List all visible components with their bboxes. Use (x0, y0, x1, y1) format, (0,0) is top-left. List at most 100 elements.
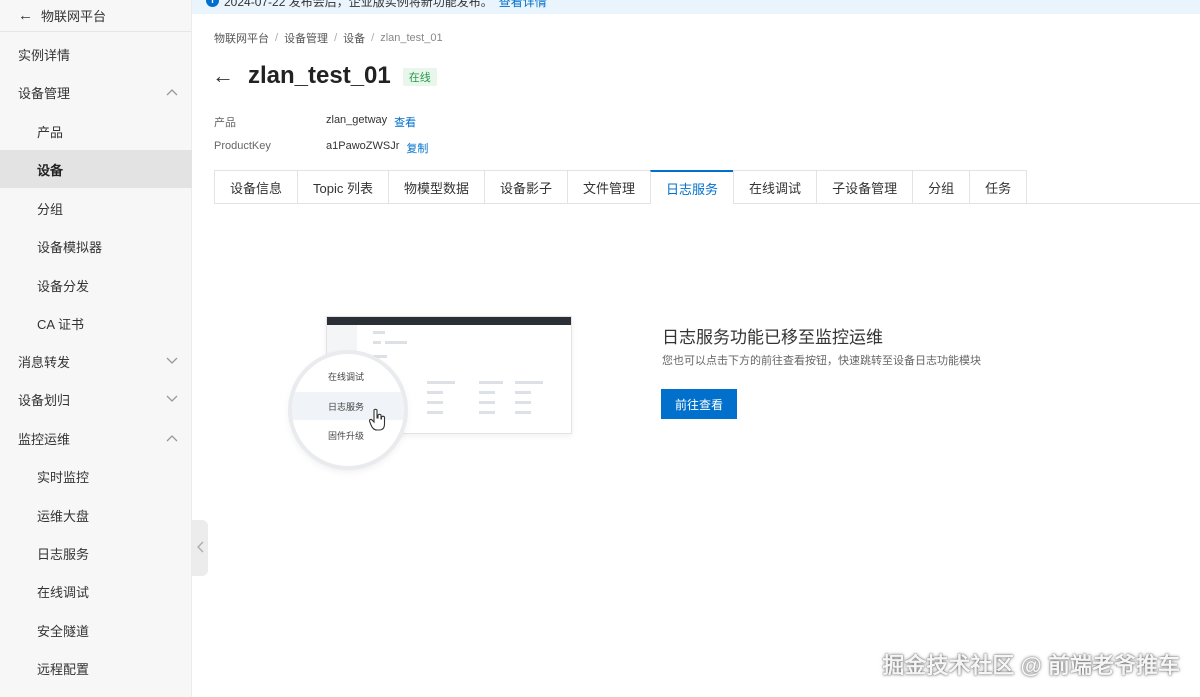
status-badge: 在线 (402, 68, 437, 86)
tab-thing-model-data[interactable]: 物模型数据 (387, 170, 484, 203)
sidebar-item-label: 运维大盘 (37, 508, 90, 524)
sidebar-item-label: 设备模拟器 (37, 239, 103, 255)
breadcrumb: 物联网平台 / 设备管理 / 设备 / zlan_test_01 (214, 30, 443, 46)
tab-topic-list[interactable]: Topic 列表 (297, 170, 388, 203)
sidebar: ← 物联网平台 实例详情 设备管理 产品 设备 分组 设备模拟器 设备分发 CA… (0, 0, 192, 697)
tab-tasks[interactable]: 任务 (969, 170, 1028, 203)
back-arrow-icon[interactable]: ← (18, 7, 33, 24)
chevron-left-icon (196, 540, 204, 556)
info-icon: i (206, 0, 219, 7)
sidebar-item-label: 安全隧道 (37, 623, 90, 639)
sidebar-item-device[interactable]: 设备 (0, 150, 192, 188)
notice-bar: i 2024-07-22 发布会后，企业版实例将新功能发布。 查看详情 (192, 0, 1200, 14)
sidebar-item-label: 产品 (37, 124, 64, 140)
sidebar-item-label: 实例详情 (18, 47, 71, 63)
sidebar-item-device-assignment[interactable]: 设备划归 (0, 380, 192, 418)
tab-device-info[interactable]: 设备信息 (214, 170, 298, 203)
illustration-line (515, 401, 531, 404)
illustration-line (479, 401, 495, 404)
chevron-down-icon (162, 357, 182, 365)
sidebar-item-label: 实时监控 (37, 469, 90, 485)
page-header: ← zlan_test_01 在线 (212, 62, 437, 90)
sidebar-item-label: 监控运维 (18, 431, 71, 447)
sidebar-item-label: 在线调试 (37, 584, 90, 600)
tab-group[interactable]: 分组 (912, 170, 970, 203)
sidebar-item-ca-certificate[interactable]: CA 证书 (0, 304, 192, 342)
sidebar-header[interactable]: ← 物联网平台 (0, 0, 191, 32)
illustration-line (427, 411, 443, 414)
notice-link[interactable]: 查看详情 (499, 0, 547, 9)
sidebar-item-realtime-monitoring[interactable]: 实时监控 (0, 457, 192, 495)
illustration-line (515, 411, 531, 414)
watermark: 掘金技术社区 @ 前端老爷推车 (882, 653, 1180, 678)
back-arrow-icon[interactable]: ← (212, 65, 234, 87)
product-row: 产品 zlan_getway 查看 (214, 114, 416, 130)
hand-cursor-icon (368, 408, 388, 437)
tab-sub-device-management[interactable]: 子设备管理 (816, 170, 913, 203)
view-product-link[interactable]: 查看 (394, 114, 416, 130)
illustration-line (373, 341, 381, 344)
tab-file-management[interactable]: 文件管理 (567, 170, 651, 203)
breadcrumb-separator: / (275, 32, 279, 44)
sidebar-item-instance-details[interactable]: 实例详情 (0, 35, 192, 73)
sidebar-item-label: 设备管理 (18, 85, 71, 101)
illustration-line (427, 391, 443, 394)
illustration-line (515, 381, 543, 384)
product-label: 产品 (214, 117, 236, 129)
breadcrumb-current: zlan_test_01 (380, 32, 443, 44)
product-key-label: ProductKey (214, 140, 271, 152)
breadcrumb-item[interactable]: 设备管理 (284, 30, 328, 46)
product-value: zlan_getway (326, 114, 388, 126)
page-title: zlan_test_01 (248, 62, 391, 89)
breadcrumb-item[interactable]: 物联网平台 (214, 30, 269, 46)
sidebar-item-label: 消息转发 (18, 354, 71, 370)
sidebar-item-remote-config[interactable]: 远程配置 (0, 649, 192, 687)
tab-device-shadow[interactable]: 设备影子 (484, 170, 568, 203)
log-moved-subtitle: 您也可以点击下方的前往查看按钮，快速跳转至设备日志功能模块 (662, 355, 981, 367)
tab-online-debug[interactable]: 在线调试 (733, 170, 817, 203)
chevron-up-icon (162, 434, 182, 442)
chevron-up-icon (162, 88, 182, 96)
sidebar-item-log-service[interactable]: 日志服务 (0, 534, 192, 572)
illustration-line (479, 391, 495, 394)
sidebar-item-device-distribution[interactable]: 设备分发 (0, 266, 192, 304)
illustration-line (373, 331, 385, 334)
sidebar-item-label: 设备分发 (37, 278, 90, 294)
sidebar-item-label: CA 证书 (37, 316, 84, 332)
tab-bar: 设备信息 Topic 列表 物模型数据 设备影子 文件管理 日志服务 在线调试 … (214, 170, 1200, 204)
sidebar-item-message-forwarding[interactable]: 消息转发 (0, 342, 192, 380)
sidebar-item-product[interactable]: 产品 (0, 112, 192, 150)
sidebar-item-device-simulator[interactable]: 设备模拟器 (0, 227, 192, 265)
illustration-line (427, 401, 443, 404)
sidebar-item-device-management[interactable]: 设备管理 (0, 73, 192, 111)
sidebar-item-secure-tunnel[interactable]: 安全隧道 (0, 611, 192, 649)
illustration-line (479, 381, 503, 384)
illustration-menu-item: 在线调试 (328, 371, 365, 382)
log-service-illustration: 在线调试 日志服务 固件升级 (290, 312, 580, 472)
tab-log-service[interactable]: 日志服务 (650, 170, 734, 204)
breadcrumb-separator: / (334, 32, 338, 44)
sidebar-header-label: 物联网平台 (41, 9, 107, 24)
sidebar-item-online-debug[interactable]: 在线调试 (0, 572, 192, 610)
sidebar-item-label: 分组 (37, 201, 64, 217)
log-moved-title: 日志服务功能已移至监控运维 (662, 328, 883, 347)
sidebar-item-ops-dashboard[interactable]: 运维大盘 (0, 496, 192, 534)
product-key-value: a1PawoZWSJr (326, 140, 400, 152)
sidebar-item-monitoring-ops[interactable]: 监控运维 (0, 419, 192, 457)
sidebar-item-label: 设备划归 (18, 392, 71, 408)
illustration-line (515, 391, 531, 394)
sidebar-item-group[interactable]: 分组 (0, 189, 192, 227)
sidebar-item-label: 远程配置 (37, 661, 90, 677)
go-view-button[interactable]: 前往查看 (661, 389, 737, 419)
chevron-down-icon (162, 395, 182, 403)
sidebar-item-label: 日志服务 (37, 546, 90, 562)
breadcrumb-separator: / (371, 32, 375, 44)
illustration-line (385, 341, 407, 344)
illustration-line (373, 355, 387, 358)
illustration-line (427, 381, 455, 384)
sidebar-item-label: 设备 (37, 162, 64, 178)
sidebar-collapse-handle[interactable] (192, 520, 208, 576)
copy-key-link[interactable]: 复制 (406, 140, 428, 156)
illustration-window-bar (327, 317, 571, 325)
breadcrumb-item[interactable]: 设备 (343, 30, 365, 46)
